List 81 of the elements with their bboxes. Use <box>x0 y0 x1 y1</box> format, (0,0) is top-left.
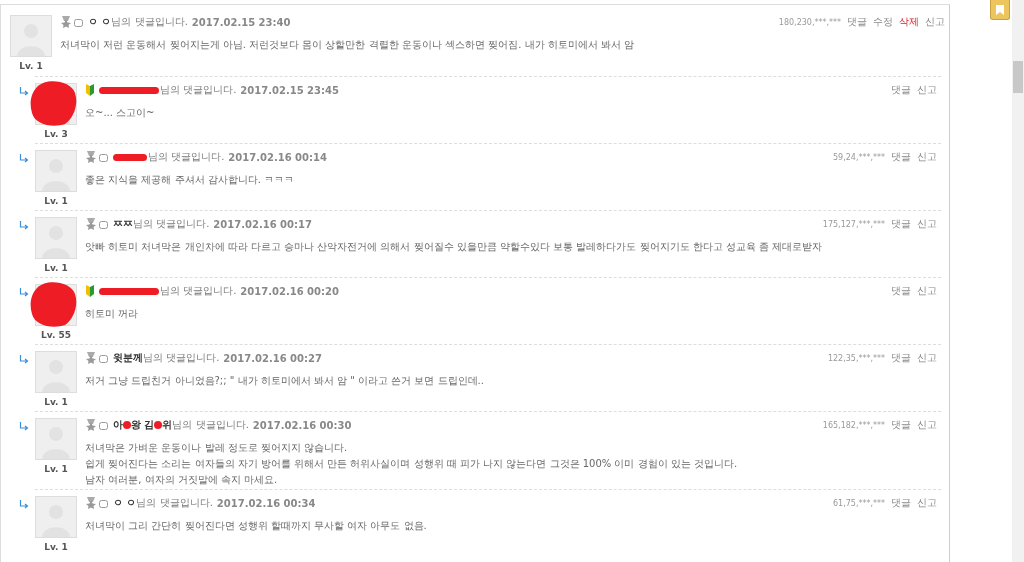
medal-icon <box>85 218 109 230</box>
comment-label: 님의 댓글입니다. <box>143 351 220 365</box>
comment-action-link[interactable]: 댓글 <box>891 217 911 231</box>
comment-date: 2017.02.16 00:34 <box>216 497 316 509</box>
user-level: Lv. 1 <box>44 196 68 206</box>
scrollbar-thumb[interactable] <box>1013 61 1023 93</box>
ip-address: 122,35,***,*** <box>827 353 885 363</box>
comment-action-link[interactable]: 댓글 <box>891 284 911 298</box>
comment-label: 님의 댓글입니다. <box>111 15 188 29</box>
user-name: 윗분께 <box>113 351 143 365</box>
ip-address: 180,230,***,*** <box>778 17 841 27</box>
user-name: 아 왕 김 위 <box>113 418 173 432</box>
ip-address: 61,75,***,*** <box>833 498 885 508</box>
user-name: ㅇ ㅇ <box>88 15 112 29</box>
medal-icon <box>85 352 109 364</box>
comment-text: 오~... 스고이~ <box>85 106 156 120</box>
avatar-icon <box>35 150 77 192</box>
user-level: Lv. 1 <box>44 464 68 474</box>
user-level: Lv. 3 <box>44 129 68 139</box>
comment-date: 2017.02.15 23:40 <box>191 16 291 28</box>
comment-date: 2017.02.16 00:14 <box>228 151 327 163</box>
comment-action-link[interactable]: 신고 <box>925 15 945 29</box>
comment-date: 2017.02.15 23:45 <box>240 84 339 96</box>
comment-action-link[interactable]: 댓글 <box>847 15 867 29</box>
comment-label: 님의 댓글입니다. <box>148 150 225 164</box>
user-level: Lv. 1 <box>19 61 43 71</box>
comment-text: 히토미 꺼라 <box>85 307 140 321</box>
ip-address: 175,127,***,*** <box>822 219 885 229</box>
comment-action-link[interactable]: 신고 <box>917 284 937 298</box>
comment-label: 님의 댓글입니다. <box>160 83 237 97</box>
comment-label: 님의 댓글입니다. <box>160 284 237 298</box>
user-name: ㅉㅉ <box>113 217 133 231</box>
comment-text: 처녀막이 그리 간단히 찢어진다면 성행위 할때까지 무사할 여자 아무도 없음. <box>85 519 428 533</box>
beginner-icon <box>85 84 95 96</box>
comment-date: 2017.02.16 00:30 <box>252 419 352 431</box>
comment-action-link[interactable]: 댓글 <box>891 83 911 97</box>
user-level: Lv. 1 <box>44 542 68 552</box>
comment-date: 2017.02.16 00:20 <box>240 285 339 297</box>
avatar-icon <box>35 351 77 393</box>
user-level: Lv. 55 <box>41 330 71 340</box>
comment-action-link[interactable]: 댓글 <box>891 351 911 365</box>
comment-text: 처녀막은 가벼운 운동이나 발레 정도로 찢어지지 않습니다. <box>85 441 349 455</box>
comment-action-link[interactable]: 신고 <box>917 351 937 365</box>
comment-text: 저거 그냥 드립친거 아니었음?;; " 내가 히토미에서 봐서 암 " 이라고 쓴거 보면 드립인데.. <box>85 374 485 388</box>
comment-text: 처녀막이 저런 운동해서 찢어지는게 아님. 저런것보다 몸이 상할만한 격렬한 운동이나 섹스하면 찢어짐. 내가 히토미에서 봐서 암 <box>60 38 636 52</box>
beginner-icon <box>85 285 95 297</box>
medal-icon <box>85 497 109 509</box>
medal-icon <box>85 151 109 163</box>
comment-action-link[interactable]: 수정 <box>873 15 893 29</box>
avatar-icon <box>35 496 77 538</box>
medal-icon <box>85 419 109 431</box>
avatar-icon <box>35 418 77 460</box>
comment-text: 앗빠 히토미 처녀막은 개인차에 따라 다르고 승마나 산악자전거에 의해서 찢어질수 있을만큼 약할수있다 보통 발레하다가도 찢어지기도 한다고 성교육 좀 제대로받자 <box>85 240 824 254</box>
comment-action-link[interactable]: 신고 <box>917 83 937 97</box>
avatar-icon <box>35 217 77 259</box>
bookmark-icon <box>996 4 1004 15</box>
user-level: Lv. 1 <box>44 397 68 407</box>
comment-action-link[interactable]: 신고 <box>917 496 937 510</box>
comment-label: 님의 댓글입니다. <box>133 217 210 231</box>
comment-action-link[interactable]: 댓글 <box>891 418 911 432</box>
user-level: Lv. 1 <box>44 263 68 273</box>
scrollbar[interactable] <box>1012 0 1024 562</box>
avatar-icon <box>10 15 52 57</box>
user-name: ㅇ ㅇ <box>113 496 137 510</box>
ip-address: 165,182,***,*** <box>822 420 885 430</box>
comment-text: 좋은 지식을 제공해 주셔서 감사합니다. ㅋㅋㅋ <box>85 173 296 187</box>
medal-icon <box>60 16 84 28</box>
comment-action-link[interactable]: 댓글 <box>891 496 911 510</box>
comment-text: 쉽게 찢어진다는 소리는 여자들의 자기 방어를 위해서 만든 허위사실이며 성행위 때 피가 나지 않는다면 그것은 100% 이미 경험이 있는 것입니다. <box>85 457 739 471</box>
comment-label: 님의 댓글입니다. <box>136 496 213 510</box>
comment-text: 남자 여러분, 여자의 거짓말에 속지 마세요. <box>85 473 279 487</box>
ip-address: 59,24,***,*** <box>833 152 885 162</box>
comment-label: 님의 댓글입니다. <box>172 418 249 432</box>
comment-action-link[interactable]: 신고 <box>917 418 937 432</box>
comment-action-link[interactable]: 신고 <box>917 217 937 231</box>
comment-action-link[interactable]: 댓글 <box>891 150 911 164</box>
comment-action-link[interactable]: 신고 <box>917 150 937 164</box>
comment-date: 2017.02.16 00:27 <box>223 352 322 364</box>
comment-date: 2017.02.16 00:17 <box>213 218 312 230</box>
bookmark-tab[interactable] <box>990 0 1010 20</box>
comment-action-link[interactable]: 삭제 <box>899 15 919 29</box>
